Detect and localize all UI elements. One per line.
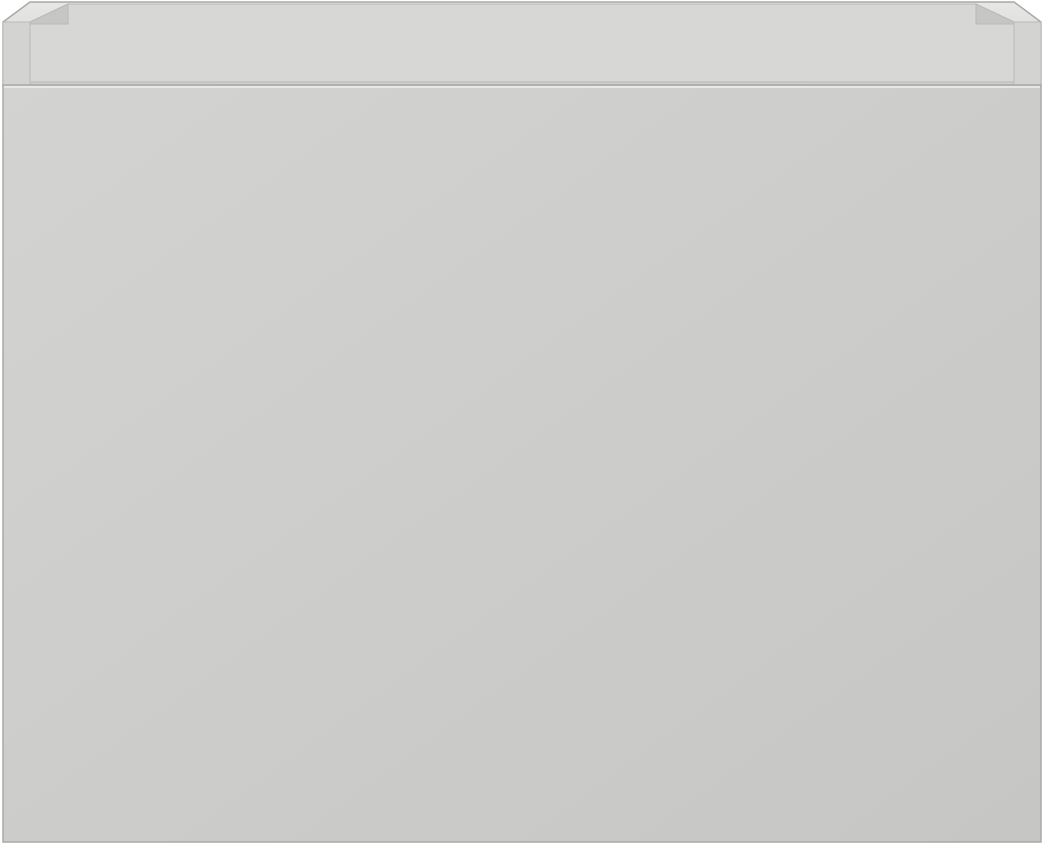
drawer-front-panel[interactable] [2, 84, 1042, 843]
cabinet-illustration [2, 1, 1042, 843]
cabinet-right-wall [1013, 21, 1042, 86]
cabinet-render-stage [0, 0, 1044, 844]
cabinet-inner-back [29, 3, 1015, 83]
cabinet-left-wall [2, 21, 31, 86]
